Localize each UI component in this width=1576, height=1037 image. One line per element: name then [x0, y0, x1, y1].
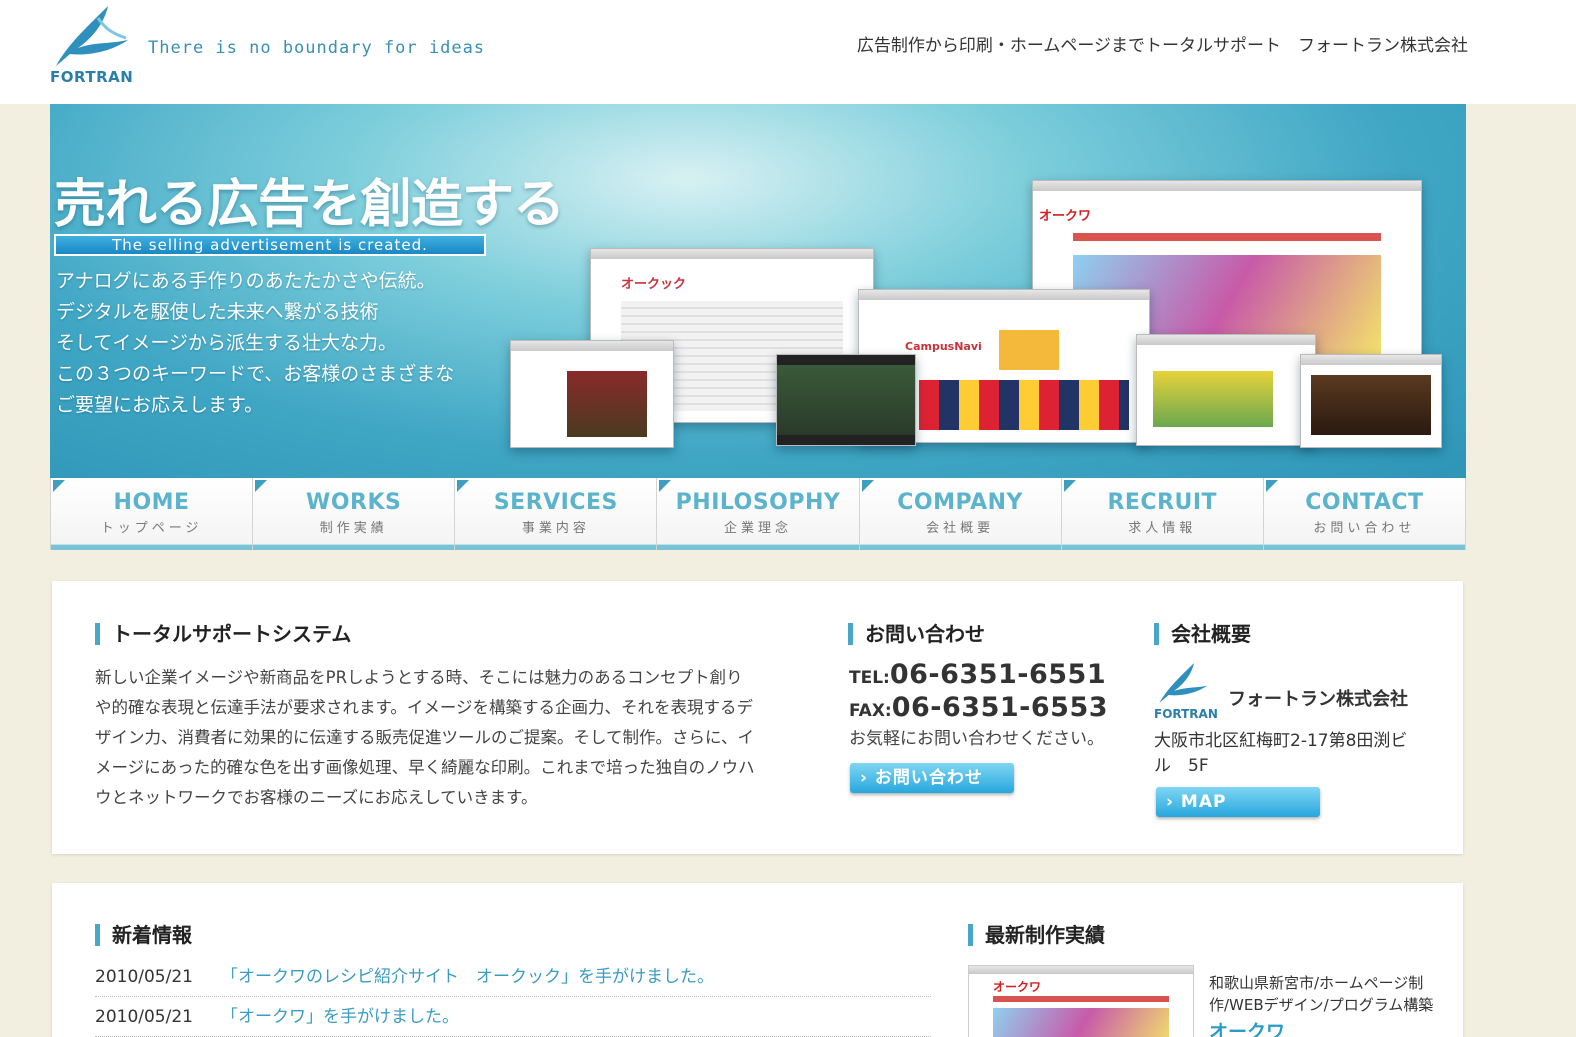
nav-sublabel: 企業理念 [723, 521, 792, 536]
nav-services[interactable]: SERVICES 事業内容 [455, 478, 658, 550]
corner-mark [53, 480, 65, 492]
support-line: メージにあった的確な色を出す画像処理、早く綺麗な印刷。これまで培った独自のノウハ [95, 758, 755, 777]
main-nav: HOME トップページ WORKS 制作実績 SERVICES 事業内容 PHI… [50, 478, 1466, 550]
map-button[interactable]: › MAP [1156, 787, 1320, 817]
corner-mark [457, 480, 470, 492]
support-line: ザイン力、消費者に効果的に伝達する販売促進ツールのご提案。そして制作。さらに、イ [95, 728, 755, 747]
corner-mark [659, 480, 672, 492]
support-line: 新しい企業イメージや新商品をPRしようとする時、そこには魅力のあるコンセプト創り [95, 668, 743, 687]
news-link[interactable]: 「オークワのレシピ紹介サイト オークック」を手がけました。 [221, 967, 714, 987]
news-item: 2010/05/21 「オークワ」を手がけました。 [95, 997, 931, 1037]
nav-sublabel: お問い合わせ [1313, 521, 1416, 536]
nav-label: SERVICES [493, 490, 618, 515]
news-item: 2010/05/21 「オークワのレシピ紹介サイト オークック」を手がけました。 [95, 957, 931, 997]
works-description: 和歌山県新宮市/ホームページ制作/WEBデザイン/プログラム構築 [1209, 974, 1434, 1014]
screenshot-video [776, 354, 916, 446]
contact-heading: お問い合わせ [848, 623, 985, 645]
hero-line: デジタルを駆使した未来へ繋がる技術 [56, 301, 379, 323]
company-heading: 会社概要 [1154, 623, 1251, 645]
support-heading: トータルサポートシステム [95, 623, 351, 645]
logo-text: FORTRAN [1154, 707, 1218, 721]
nav-underline [859, 544, 1061, 550]
nav-recruit[interactable]: RECRUIT 求人情報 [1061, 478, 1264, 550]
works-thumbnail[interactable]: オークワ [968, 965, 1194, 1037]
contact-note: お気軽にお問い合わせください。 [849, 729, 1104, 749]
nav-sublabel: 会社概要 [926, 521, 995, 536]
nav-underline [51, 544, 253, 550]
hero-line: この３つのキーワードで、お客様のさまざまな [56, 363, 455, 385]
nav-underline [1263, 544, 1465, 550]
screenshot-label: オークック [621, 277, 687, 292]
nav-sublabel: トップページ [100, 521, 203, 536]
fortran-logo[interactable]: FORTRAN [48, 4, 138, 88]
news-panel: 新着情報 2010/05/21 「オークワのレシピ紹介サイト オークック」を手がけ… [52, 883, 1463, 1037]
fax-label: FAX: [849, 701, 892, 721]
support-line: ウとネットワークでお客様のニーズにお応えしていきます。 [95, 788, 538, 807]
company-logo[interactable]: FORTRAN [1154, 661, 1218, 725]
hero-line: ご要望にお応えします。 [56, 394, 264, 416]
header-description: 広告制作から印刷・ホームページまでトータルサポート フォートラン株式会社 [856, 36, 1468, 56]
thumbnail-label: オークワ [993, 980, 1042, 994]
tel-number[interactable]: 06-6351-6551 [890, 659, 1106, 690]
logo-text: FORTRAN [50, 68, 134, 86]
support-body: 新しい企業イメージや新商品をPRしようとする時、そこには魅力のあるコンセプト創り… [95, 663, 835, 813]
corner-mark [1265, 480, 1278, 492]
nav-sublabel: 制作実績 [319, 521, 388, 536]
contact-button[interactable]: › お問い合わせ [850, 763, 1014, 793]
nav-home[interactable]: HOME トップページ [50, 478, 254, 550]
works-name-link[interactable]: オークワ [1209, 1017, 1285, 1037]
company-address: 大阪市北区紅梅町2-17第8田渕ビ ル 5F [1154, 729, 1444, 779]
nav-works[interactable]: WORKS 制作実績 [253, 478, 456, 550]
hero-banner: 売れる広告を創造する The selling advertisement is … [50, 104, 1466, 478]
corner-mark [861, 480, 874, 492]
news-date: 2010/05/21 [95, 1007, 193, 1027]
screenshot-recycle [1136, 334, 1316, 446]
screenshot-label: オークワ [1039, 209, 1092, 224]
corner-mark [255, 480, 268, 492]
nav-label: COMPANY [897, 490, 1023, 515]
hero-subtitle: The selling advertisement is created. [54, 234, 486, 256]
address-line: ル 5F [1154, 756, 1209, 776]
news-link[interactable]: 「オークワ」を手がけました。 [221, 1007, 459, 1027]
info-panel: トータルサポートシステム 新しい企業イメージや新商品をPRしようとする時、そこに… [52, 581, 1463, 854]
news-date: 2010/05/21 [95, 967, 193, 987]
screenshot-christmas [510, 340, 674, 448]
nav-underline [253, 544, 455, 550]
support-line: や的確な表現と伝達手法が要求されます。イメージを構築する企画力、それを表現するデ [95, 698, 754, 717]
fax-line: FAX:06-6351-6553 [849, 692, 1108, 723]
hero-title: 売れる広告を創造する [54, 175, 565, 235]
nav-underline [455, 544, 657, 550]
site-header: FORTRAN There is no boundary for ideas 広… [0, 0, 1576, 104]
tel-label: TEL: [849, 668, 890, 688]
address-line: 大阪市北区紅梅町2-17第8田渕ビ [1154, 731, 1408, 751]
nav-label: CONTACT [1305, 490, 1424, 515]
nav-label: WORKS [306, 490, 402, 515]
tel-line: TEL:06-6351-6551 [849, 659, 1106, 690]
nav-underline [1061, 544, 1263, 550]
nav-label: HOME [113, 490, 190, 515]
nav-company[interactable]: COMPANY 会社概要 [859, 478, 1062, 550]
hero-line: そしてイメージから派生する壮大な力。 [56, 332, 398, 354]
nav-sublabel: 事業内容 [521, 521, 590, 536]
works-heading: 最新制作実績 [968, 924, 1105, 946]
tagline: There is no boundary for ideas [148, 38, 486, 58]
nav-label: PHILOSOPHY [675, 490, 841, 515]
nav-sublabel: 求人情報 [1128, 521, 1197, 536]
nav-contact[interactable]: CONTACT お問い合わせ [1263, 478, 1466, 550]
nav-philosophy[interactable]: PHILOSOPHY 企業理念 [657, 478, 860, 550]
hero-copy: アナログにある手作りのあたたかさや伝統。 デジタルを駆使した未来へ繋がる技術 そ… [56, 266, 526, 421]
corner-mark [1063, 480, 1076, 492]
company-name: フォートラン株式会社 [1228, 689, 1408, 710]
nav-label: RECRUIT [1107, 490, 1218, 515]
news-heading: 新着情報 [95, 924, 192, 946]
fortran-logo-icon [56, 6, 128, 66]
nav-underline [657, 544, 859, 550]
fortran-logo-icon [1159, 663, 1208, 703]
fax-number: 06-6351-6553 [891, 692, 1109, 723]
hero-line: アナログにある手作りのあたたかさや伝統。 [56, 270, 436, 292]
screenshot-label: CampusNavi [905, 340, 982, 353]
screenshot-restaurant [1300, 354, 1442, 448]
